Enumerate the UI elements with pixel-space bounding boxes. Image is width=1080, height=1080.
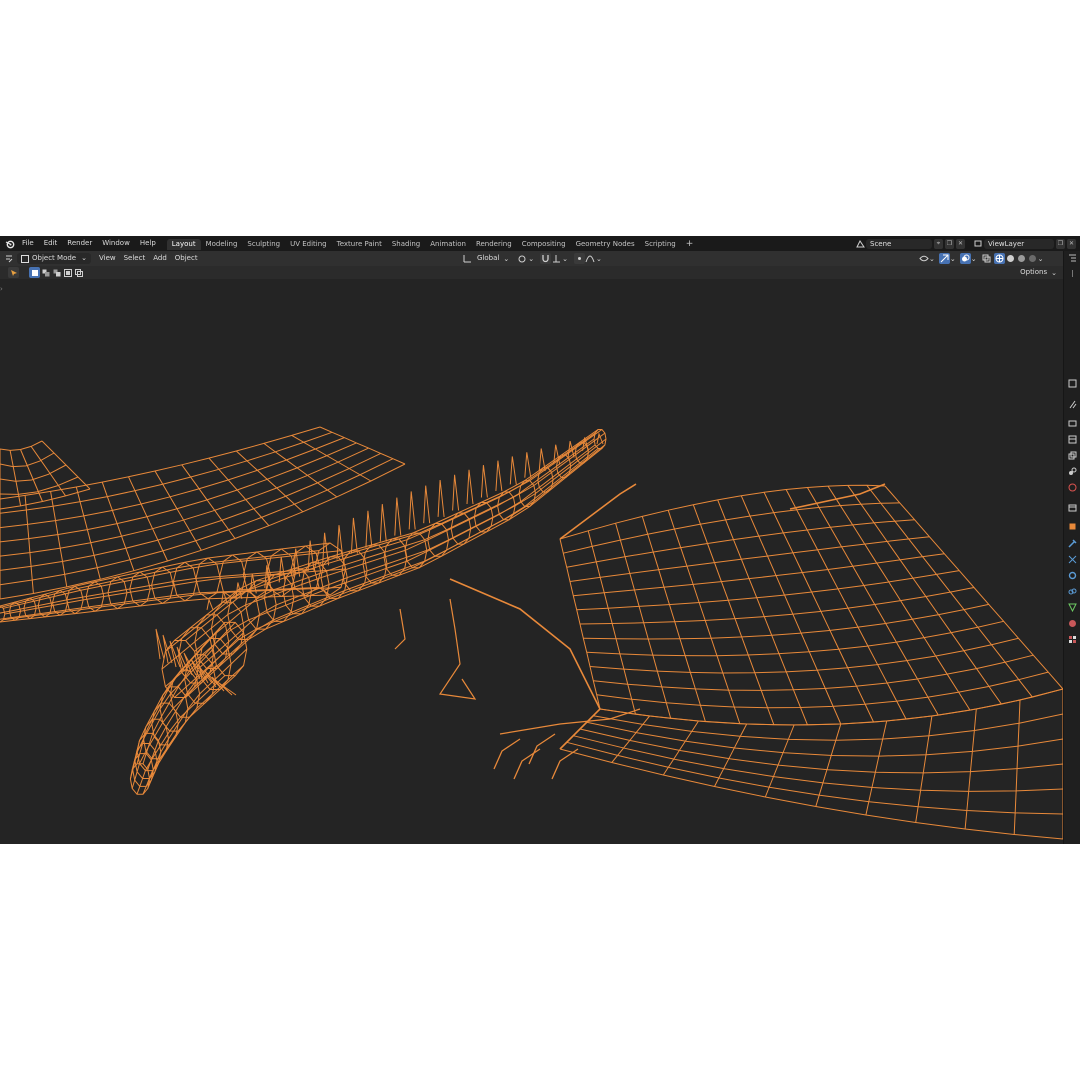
menu-object[interactable]: Object xyxy=(171,253,202,264)
mode-selector[interactable]: Object Mode ⌄ xyxy=(17,253,91,264)
tab-animation[interactable]: Animation xyxy=(425,239,471,250)
select-set-icon[interactable] xyxy=(29,267,40,278)
chevron-down-icon: ⌄ xyxy=(81,254,87,262)
texture-properties-icon[interactable] xyxy=(1068,635,1077,644)
physics-properties-icon[interactable] xyxy=(1068,571,1077,580)
chevron-down-icon: ⌄ xyxy=(595,254,602,263)
blender-window: File Edit Render Window Help Layout Mode… xyxy=(0,236,1080,844)
tab-scripting[interactable]: Scripting xyxy=(640,239,681,250)
constraints-properties-icon[interactable] xyxy=(1068,587,1077,596)
menu-window[interactable]: Window xyxy=(97,236,135,251)
tab-texture-paint[interactable]: Texture Paint xyxy=(332,239,387,250)
object-properties-icon[interactable] xyxy=(1068,522,1077,531)
active-tool-icon[interactable] xyxy=(1068,400,1077,409)
menu-edit[interactable]: Edit xyxy=(39,236,63,251)
options-label: Options xyxy=(1020,268,1048,276)
tab-sculpting[interactable]: Sculpting xyxy=(242,239,285,250)
output-properties-icon[interactable] xyxy=(1068,435,1077,444)
pivot-icon[interactable] xyxy=(517,253,528,264)
select-subtract-icon[interactable] xyxy=(51,267,62,278)
3d-viewport[interactable]: › xyxy=(0,279,1063,844)
close-view-layer-icon[interactable]: ✕ xyxy=(1067,238,1076,249)
chevron-down-icon: ⌄ xyxy=(1051,268,1057,277)
gizmo-icon[interactable] xyxy=(938,253,950,264)
add-workspace-button[interactable]: + xyxy=(681,239,699,250)
close-scene-icon[interactable]: ✕ xyxy=(956,238,965,249)
pin-scene-icon[interactable]: ⌖ xyxy=(934,238,943,249)
tab-modeling[interactable]: Modeling xyxy=(201,239,243,250)
modifier-properties-icon[interactable] xyxy=(1068,539,1077,548)
xray-icon[interactable] xyxy=(981,253,992,264)
outliner-filter-icon[interactable] xyxy=(1068,254,1077,263)
tab-compositing[interactable]: Compositing xyxy=(517,239,571,250)
mode-label: Object Mode xyxy=(32,254,77,262)
particles-properties-icon[interactable] xyxy=(1068,555,1077,564)
chevron-down-icon: ⌄ xyxy=(562,254,568,263)
view-layer-properties-icon[interactable] xyxy=(1068,451,1077,460)
tool-settings-bar: Options ⌄ xyxy=(0,266,1063,279)
properties-tab-strip xyxy=(1063,251,1080,844)
snap-target-icon[interactable] xyxy=(551,253,562,264)
material-properties-icon[interactable] xyxy=(1068,619,1077,628)
orientation-icon xyxy=(462,253,473,264)
chevron-down-icon: ⌄ xyxy=(1037,254,1044,263)
select-intersect-icon[interactable] xyxy=(73,267,84,278)
options-dropdown[interactable]: Options ⌄ xyxy=(1016,267,1057,278)
chevron-down-icon: ⌄ xyxy=(503,254,510,263)
render-properties-icon[interactable] xyxy=(1068,419,1077,428)
top-menu-bar: File Edit Render Window Help Layout Mode… xyxy=(0,236,1080,251)
tab-layout[interactable]: Layout xyxy=(166,238,201,250)
chevron-down-icon: ⌄ xyxy=(970,254,977,263)
tab-shading[interactable]: Shading xyxy=(387,239,425,250)
world-properties-icon[interactable] xyxy=(1068,483,1077,492)
tool-properties-icon[interactable] xyxy=(1068,379,1077,388)
magnet-icon[interactable] xyxy=(540,253,552,264)
menu-help[interactable]: Help xyxy=(135,236,161,251)
object-mode-icon xyxy=(21,254,29,263)
overlays-icon[interactable] xyxy=(959,253,971,264)
chevron-down-icon: ⌄ xyxy=(528,254,535,263)
tab-uv-editing[interactable]: UV Editing xyxy=(285,239,332,250)
tab-geometry-nodes[interactable]: Geometry Nodes xyxy=(571,239,640,250)
chevron-down-icon: ⌄ xyxy=(929,254,935,263)
scene-properties-icon[interactable] xyxy=(1068,467,1077,476)
wireframe-shading-icon[interactable] xyxy=(993,253,1005,264)
dragon-wireframe-mesh[interactable] xyxy=(0,279,1063,844)
proportional-edit-icon[interactable] xyxy=(573,253,585,264)
collection-properties-icon[interactable] xyxy=(1068,503,1077,512)
orientation-selector[interactable]: Global xyxy=(473,253,503,264)
material-shading-icon[interactable] xyxy=(1016,253,1027,264)
scene-selector: Scene ⌖ ❐ ✕ ViewLayer ❐ ✕ xyxy=(855,238,1076,249)
viewport-header: Object Mode ⌄ View Select Add Object Glo… xyxy=(0,251,1063,266)
editor-type-icon[interactable] xyxy=(4,253,15,264)
select-tool-icon[interactable] xyxy=(8,267,19,278)
viewport-shading-controls: ⌄ ⌄ ⌄ ⌄ xyxy=(918,253,1044,264)
solid-shading-icon[interactable] xyxy=(1005,253,1016,264)
new-scene-icon[interactable]: ❐ xyxy=(945,238,954,249)
menu-render[interactable]: Render xyxy=(62,236,97,251)
blender-logo-icon[interactable] xyxy=(3,236,17,251)
visibility-icon[interactable] xyxy=(918,253,929,264)
menu-file[interactable]: File xyxy=(17,236,39,251)
chevron-down-icon: ⌄ xyxy=(949,254,956,263)
menu-view[interactable]: View xyxy=(95,253,120,264)
select-invert-icon[interactable] xyxy=(62,267,73,278)
transform-controls: Global ⌄ ⌄ ⌄ ⌄ xyxy=(462,253,602,264)
toolbar-toggle-icon[interactable]: › xyxy=(0,285,3,293)
view-layer-field[interactable]: ViewLayer xyxy=(984,238,1054,249)
tab-rendering[interactable]: Rendering xyxy=(471,239,517,250)
new-view-layer-icon[interactable]: ❐ xyxy=(1056,238,1065,249)
scene-icon[interactable] xyxy=(855,238,866,249)
menu-add[interactable]: Add xyxy=(149,253,171,264)
scroll-handle-icon[interactable] xyxy=(1068,269,1077,278)
select-extend-icon[interactable] xyxy=(40,267,51,278)
view-layer-icon[interactable] xyxy=(973,238,984,249)
scene-name-field[interactable]: Scene xyxy=(866,238,932,249)
rendered-shading-icon[interactable] xyxy=(1027,253,1038,264)
falloff-icon[interactable] xyxy=(585,253,596,264)
data-properties-icon[interactable] xyxy=(1068,603,1077,613)
menu-select[interactable]: Select xyxy=(120,253,150,264)
